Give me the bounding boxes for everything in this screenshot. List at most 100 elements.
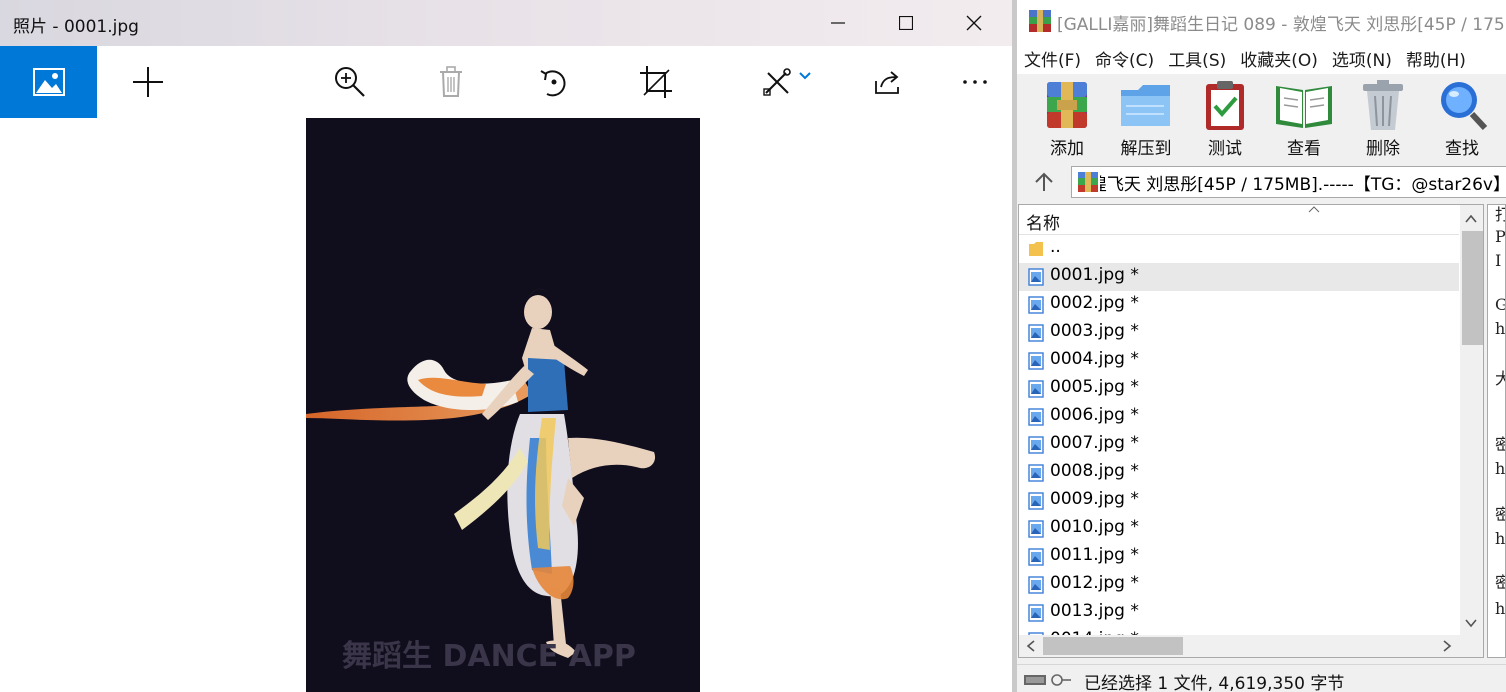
comment-line: 打	[1495, 205, 1505, 225]
edit-draw-button[interactable]	[752, 46, 822, 118]
test-clipboard-icon	[1206, 81, 1244, 130]
tool-test-button[interactable]: 测试	[1190, 78, 1260, 160]
file-list: .. 0001.jpg * 0002.jpg * 0003.jpg * 0004.jp…	[1019, 235, 1459, 635]
file-row[interactable]: 0012.jpg *	[1019, 571, 1459, 599]
comment-line: 密	[1495, 501, 1505, 525]
zoom-in-icon	[335, 67, 365, 97]
horizontal-scrollbar[interactable]	[1019, 635, 1483, 657]
image-file-icon	[1028, 576, 1044, 594]
file-row[interactable]: 0003.jpg *	[1019, 319, 1459, 347]
file-name: 0012.jpg *	[1050, 573, 1139, 593]
photos-window-title: 照片 - 0001.jpg	[13, 17, 139, 37]
file-name: 0008.jpg *	[1050, 461, 1139, 481]
winrar-app-icon	[1029, 10, 1051, 32]
scroll-right-icon[interactable]	[1437, 635, 1457, 657]
comment-line: 密	[1495, 431, 1505, 455]
tool-find-button[interactable]: 查找	[1427, 78, 1497, 160]
more-icon	[963, 80, 987, 84]
comment-line: h	[1495, 599, 1506, 618]
image-file-icon	[1028, 464, 1044, 482]
image-icon	[32, 68, 65, 96]
image-file-icon	[1028, 604, 1044, 622]
menu-options[interactable]: 选项(N)	[1332, 46, 1392, 71]
minimize-button[interactable]	[804, 0, 872, 46]
status-bar: 已经选择 1 文件, 4,619,350 字节	[1017, 664, 1506, 692]
image-file-icon	[1028, 352, 1044, 370]
file-row[interactable]: 0009.jpg *	[1019, 487, 1459, 515]
tool-add-button[interactable]: 添加	[1032, 78, 1102, 160]
share-button[interactable]	[858, 46, 918, 118]
scroll-down-icon[interactable]	[1460, 613, 1483, 633]
file-name: 0006.jpg *	[1050, 405, 1139, 425]
tool-view-button[interactable]: 查看	[1269, 78, 1339, 160]
comment-line: P	[1495, 227, 1506, 246]
file-row[interactable]: 0006.jpg *	[1019, 403, 1459, 431]
more-button[interactable]	[945, 46, 1005, 118]
file-name: 0002.jpg *	[1050, 293, 1139, 313]
file-name: 0011.jpg *	[1050, 545, 1139, 565]
menu-commands[interactable]: 命令(C)	[1095, 46, 1154, 71]
file-row[interactable]: 0004.jpg *	[1019, 347, 1459, 375]
comment-line: 大	[1495, 365, 1505, 389]
close-button[interactable]	[940, 0, 1008, 46]
file-name: 0010.jpg *	[1050, 517, 1139, 537]
plus-icon	[133, 67, 163, 97]
add-button[interactable]	[118, 46, 178, 118]
sort-up-icon	[1308, 206, 1320, 213]
vertical-scrollbar[interactable]	[1460, 205, 1483, 635]
vertical-scroll-thumb[interactable]	[1462, 231, 1483, 345]
file-name: 0009.jpg *	[1050, 489, 1139, 509]
scroll-up-icon[interactable]	[1460, 209, 1483, 229]
file-row[interactable]: 0013.jpg *	[1019, 599, 1459, 627]
rotate-button[interactable]	[524, 46, 584, 118]
crop-icon	[640, 66, 672, 98]
comment-line: G	[1495, 295, 1505, 314]
column-header-name[interactable]: 名称	[1019, 205, 1459, 235]
photos-title-bar[interactable]: 照片 - 0001.jpg	[0, 0, 1012, 46]
up-arrow-icon[interactable]	[1033, 171, 1055, 193]
file-row[interactable]: 0001.jpg *	[1019, 263, 1459, 291]
dancer-photo[interactable]: 舞蹈生 DANCE APP	[306, 118, 700, 692]
comment-line: h	[1495, 529, 1506, 548]
file-row[interactable]: 0010.jpg *	[1019, 515, 1459, 543]
file-row[interactable]: 0002.jpg *	[1019, 291, 1459, 319]
parent-folder-row[interactable]: ..	[1019, 235, 1459, 263]
menu-file[interactable]: 文件(F)	[1024, 46, 1081, 71]
archive-add-icon	[1047, 82, 1087, 128]
tool-view-label: 查看	[1287, 139, 1321, 159]
photos-toolbar	[0, 46, 1012, 118]
comment-line: h	[1495, 459, 1506, 478]
image-file-icon	[1028, 520, 1044, 538]
comment-line: 密	[1495, 569, 1505, 593]
file-row[interactable]: 0008.jpg *	[1019, 459, 1459, 487]
tool-extract-button[interactable]: 解压到	[1111, 78, 1181, 160]
image-file-icon	[1028, 268, 1044, 286]
menu-tools[interactable]: 工具(S)	[1168, 46, 1226, 71]
file-row[interactable]: 0007.jpg *	[1019, 431, 1459, 459]
image-file-icon	[1028, 296, 1044, 314]
address-field[interactable]: [GALLI嘉丽]舞蹈生日记 089 - 敦煌飞天 刘思彤[45P / 175M…	[1071, 166, 1506, 198]
tool-delete-button[interactable]: 删除	[1348, 78, 1418, 160]
crop-button[interactable]	[626, 46, 686, 118]
drive-key-icon	[1024, 674, 1071, 686]
comment-pane[interactable]: 打PIGh大密h密h密h	[1487, 204, 1506, 658]
maximize-button[interactable]	[872, 0, 940, 46]
file-row[interactable]: 0014.jpg *	[1019, 627, 1459, 635]
menu-favorites[interactable]: 收藏夹(O)	[1240, 46, 1318, 71]
view-image-button[interactable]	[0, 46, 97, 118]
tool-delete-label: 删除	[1366, 139, 1400, 159]
zoom-button[interactable]	[320, 46, 380, 118]
file-name: 0004.jpg *	[1050, 349, 1139, 369]
file-row[interactable]: 0011.jpg *	[1019, 543, 1459, 571]
horizontal-scroll-thumb[interactable]	[1043, 637, 1183, 655]
winrar-title-bar[interactable]: [GALLI嘉丽]舞蹈生日记 089 - 敦煌飞天 刘思彤[45P / 175M…	[1017, 0, 1506, 42]
delete-button[interactable]	[421, 46, 481, 118]
scroll-left-icon[interactable]	[1021, 635, 1041, 657]
maximize-icon	[899, 16, 913, 30]
menu-help[interactable]: 帮助(H)	[1406, 46, 1466, 71]
file-row[interactable]: 0005.jpg *	[1019, 375, 1459, 403]
image-file-icon	[1028, 548, 1044, 566]
address-text: [GALLI嘉丽]舞蹈生日记 089 - 敦煌飞天 刘思彤[45P / 175M…	[1100, 174, 1506, 195]
tool-find-label: 查找	[1445, 139, 1479, 159]
minimize-icon	[831, 22, 845, 24]
